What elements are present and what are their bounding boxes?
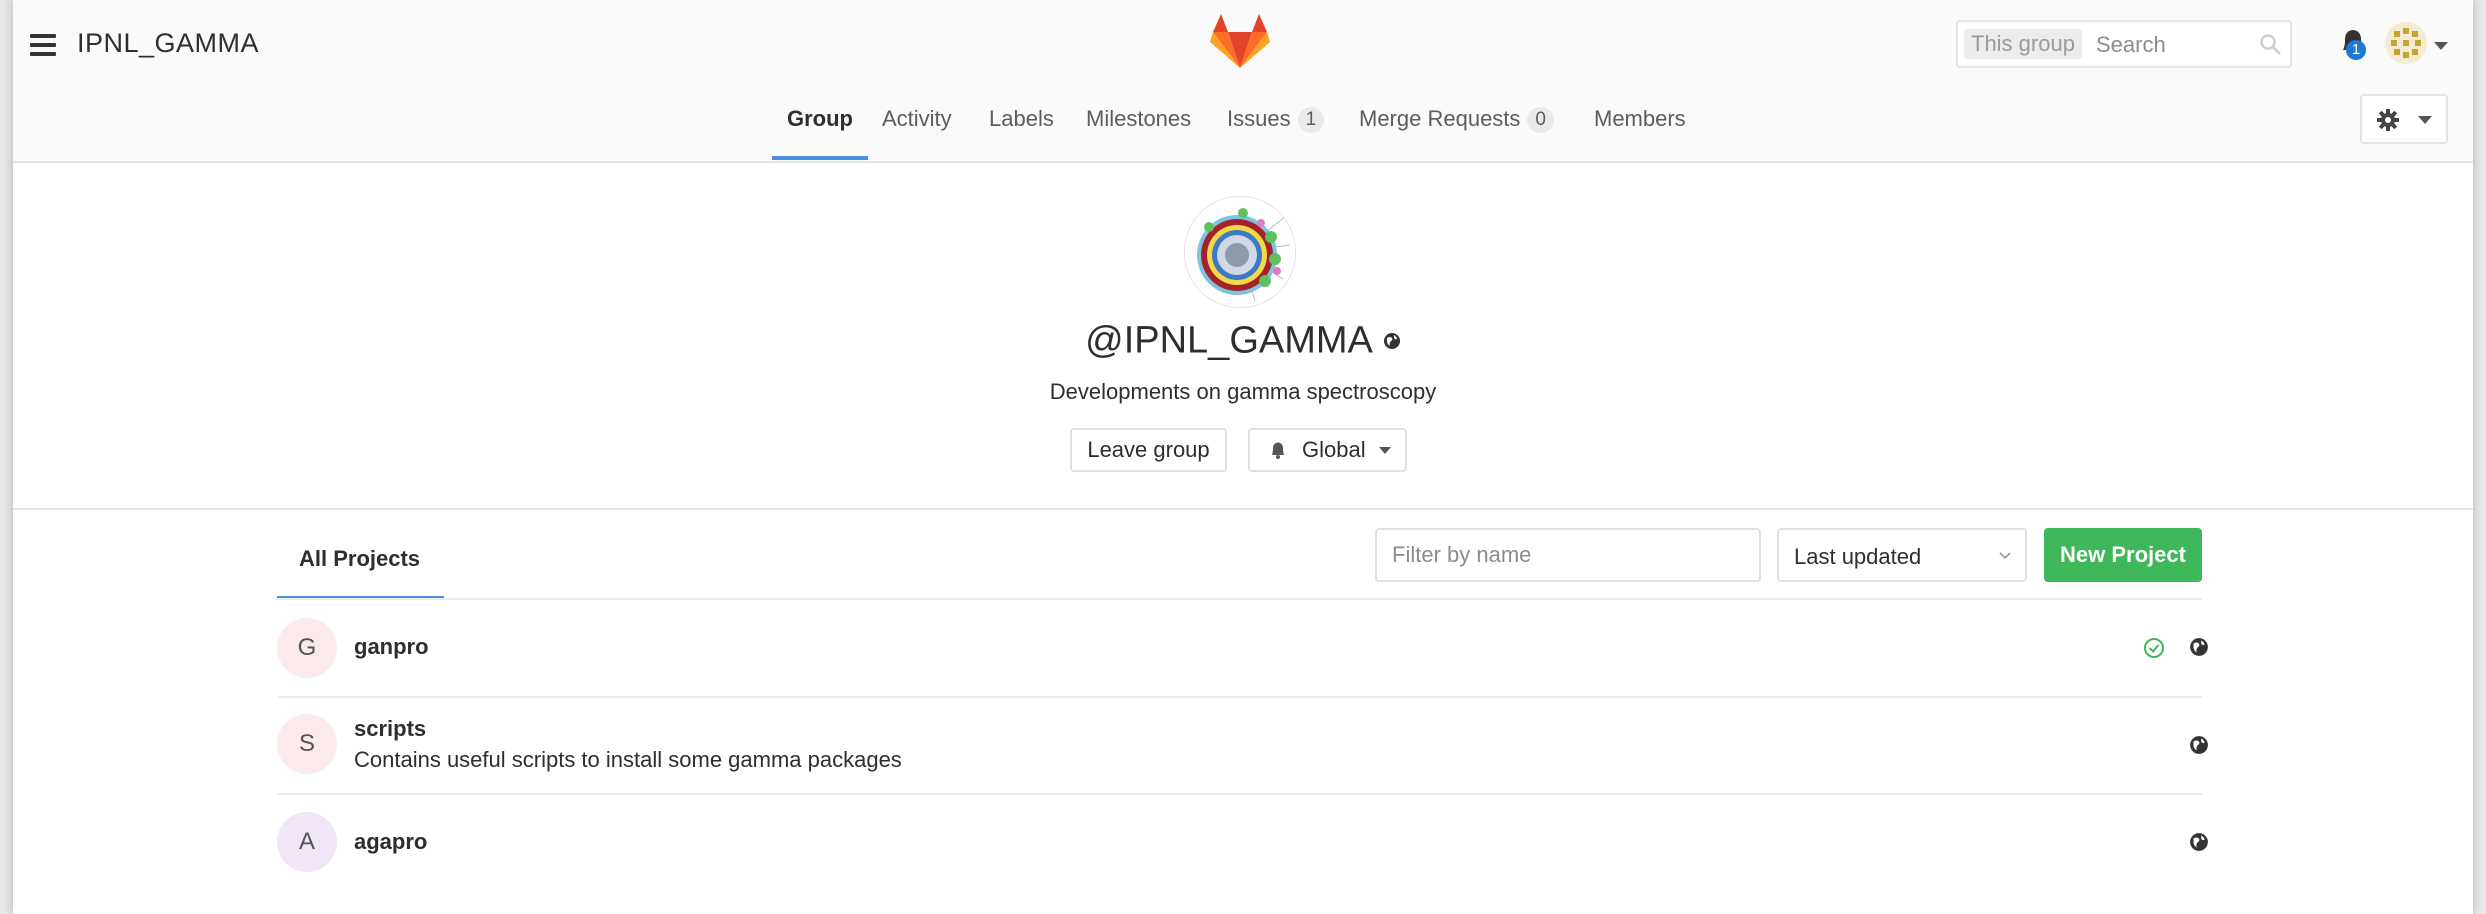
user-avatar[interactable] <box>2385 22 2427 64</box>
settings-dropdown-button[interactable] <box>2360 94 2448 144</box>
project-row[interactable]: A agapro <box>277 795 2208 891</box>
issues-count-badge: 1 <box>1297 107 1325 133</box>
user-menu-caret-icon[interactable] <box>2434 42 2448 50</box>
group-avatar <box>1184 196 1296 308</box>
top-header: IPNL_GAMMA This group 1 <box>13 0 2473 163</box>
project-row[interactable]: S scripts Contains useful scripts to ins… <box>277 698 2208 795</box>
gitlab-logo[interactable] <box>1210 14 1270 70</box>
merge-requests-count-badge: 0 <box>1527 107 1554 133</box>
project-name-link[interactable]: agapro <box>354 829 427 855</box>
project-row[interactable]: G ganpro <box>277 600 2208 698</box>
tab-all-projects[interactable]: All Projects <box>299 546 420 572</box>
gear-icon <box>2377 109 2399 131</box>
notification-level-dropdown[interactable]: Global <box>1248 428 1407 472</box>
tab-merge-requests[interactable]: Merge Requests 0 <box>1359 106 1554 133</box>
public-globe-icon <box>2190 736 2208 754</box>
tab-issues[interactable]: Issues 1 <box>1227 106 1325 133</box>
pipeline-passed-icon[interactable] <box>2143 637 2165 659</box>
public-globe-icon <box>2190 833 2208 851</box>
tab-merge-requests-label: Merge Requests <box>1359 106 1521 131</box>
leave-group-button[interactable]: Leave group <box>1070 428 1227 472</box>
tab-members[interactable]: Members <box>1594 106 1686 132</box>
browser-window: IPNL_GAMMA This group 1 <box>13 0 2473 914</box>
project-avatar: G <box>277 618 337 678</box>
bell-icon <box>1272 442 1284 459</box>
project-avatar: A <box>277 812 337 872</box>
group-handle: @IPNL_GAMMA <box>1085 319 1373 362</box>
notification-level-label: Global <box>1302 437 1366 462</box>
chevron-down-icon <box>1379 447 1391 454</box>
group-description: Developments on gamma spectroscopy <box>1049 379 1437 404</box>
project-name-link[interactable]: ganpro <box>354 634 429 660</box>
tab-activity[interactable]: Activity <box>882 106 952 132</box>
public-globe-icon <box>1383 332 1400 349</box>
chevron-down-icon <box>1999 552 2011 560</box>
tab-milestones[interactable]: Milestones <box>1086 106 1191 132</box>
group-title[interactable]: IPNL_GAMMA <box>77 28 259 59</box>
group-avatar-image <box>1185 197 1295 307</box>
search-input[interactable] <box>2094 24 2258 66</box>
public-globe-icon <box>2190 638 2208 656</box>
hamburger-menu-icon[interactable] <box>30 34 56 56</box>
section-divider <box>13 508 2473 510</box>
project-description: Contains useful scripts to install some … <box>354 747 902 772</box>
project-name-link[interactable]: scripts <box>354 716 426 742</box>
search-scope-badge[interactable]: This group <box>1964 29 2082 59</box>
filter-by-name-input[interactable] <box>1375 528 1761 582</box>
chevron-down-icon <box>2418 116 2432 124</box>
notification-count-badge: 1 <box>2346 40 2366 60</box>
sort-dropdown-label: Last updated <box>1794 544 1922 569</box>
new-project-button[interactable]: New Project <box>2044 528 2202 582</box>
tab-group[interactable]: Group <box>787 106 853 132</box>
group-header: @IPNL_GAMMA <box>13 318 2473 362</box>
active-tab-indicator <box>772 156 868 160</box>
tab-labels[interactable]: Labels <box>989 106 1054 132</box>
search-box[interactable]: This group <box>1956 20 2292 68</box>
search-icon[interactable] <box>2258 32 2282 56</box>
sort-dropdown[interactable]: Last updated <box>1777 528 2027 582</box>
project-avatar: S <box>277 714 337 774</box>
tab-issues-label: Issues <box>1227 106 1291 131</box>
